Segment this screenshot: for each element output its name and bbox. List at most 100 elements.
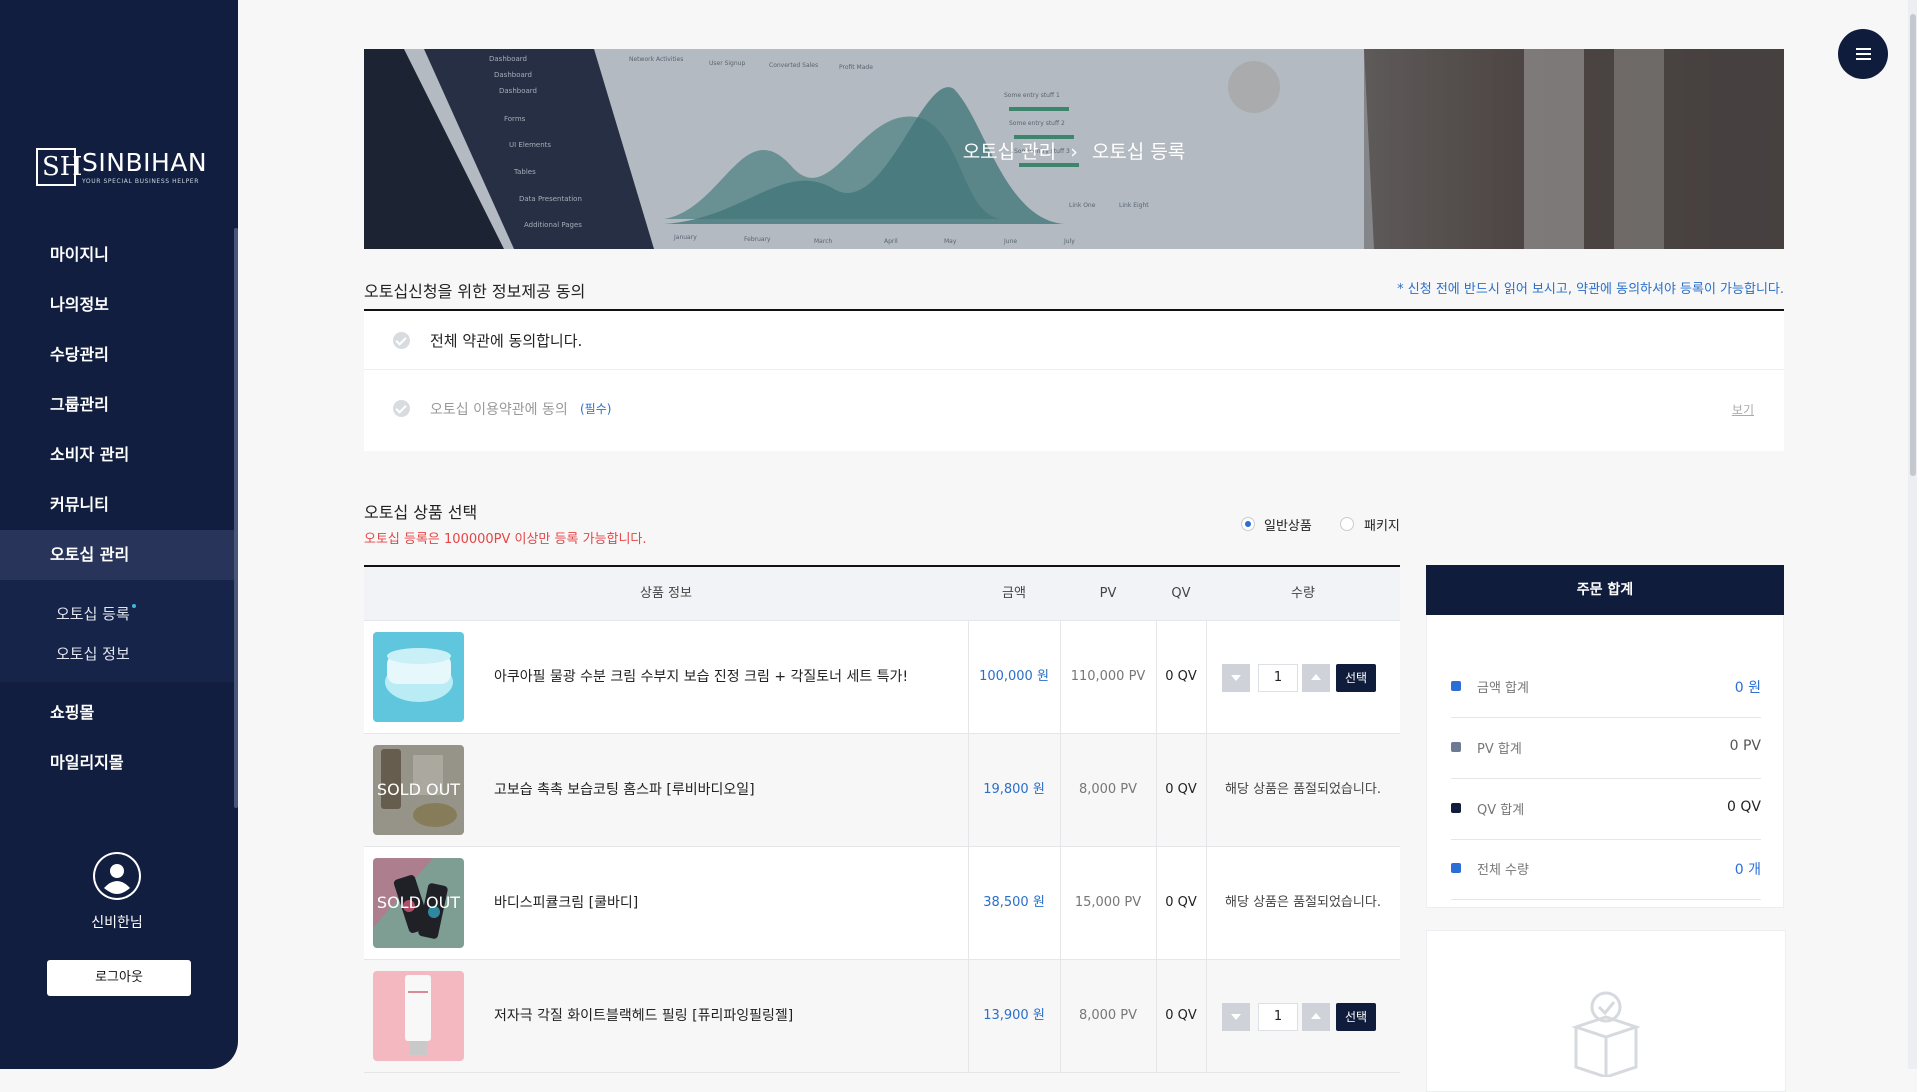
summary-value: 0 원 xyxy=(1734,680,1761,696)
quantity-input[interactable]: 1 xyxy=(1258,1003,1298,1031)
sidebar-item-mygenie[interactable]: 마이지니 xyxy=(0,230,234,280)
agreement-title: 오토십신청을 위한 정보제공 동의 xyxy=(364,282,586,301)
select-button[interactable]: 선택 xyxy=(1336,1003,1376,1031)
logout-button[interactable]: 로그아웃 xyxy=(47,960,191,996)
radio-general-label[interactable]: 일반상품 xyxy=(1264,515,1312,534)
sidebar-item-myinfo[interactable]: 나의정보 xyxy=(0,280,234,330)
agreement-note: * 신청 전에 반드시 읽어 보시고, 약관에 동의하셔야 등록이 가능합니다. xyxy=(1397,282,1784,297)
sidebar-item-allowance[interactable]: 수당관리 xyxy=(0,330,234,380)
agree-terms-label: 오토십 이용약관에 동의 xyxy=(430,402,568,418)
sidebar-item-group[interactable]: 그룹관리 xyxy=(0,380,234,430)
brand-name: SINBIHAN xyxy=(82,147,208,177)
brand-logo[interactable]: SH SINBIHAN YOUR SPECIAL BUSINESS HELPER xyxy=(36,148,207,186)
product-pv: 110,000 PV xyxy=(1070,669,1146,684)
agree-terms-checkbox[interactable] xyxy=(393,400,410,417)
agree-all-label: 전체 약관에 동의합니다. xyxy=(430,332,583,350)
order-summary: 주문 합계 금액 합계 0 원 PV 합계 0 PV QV 합계 0 QV 전체… xyxy=(1426,565,1784,908)
product-name[interactable]: 고보습 촉촉 보습코팅 홈스파 [루비바디오일] xyxy=(494,734,755,846)
product-pv: 8,000 PV xyxy=(1078,1008,1138,1023)
decrease-qty-button[interactable] xyxy=(1222,664,1250,692)
sidebar-item-shop[interactable]: 쇼핑몰 xyxy=(0,688,234,738)
product-price: 38,500 원 xyxy=(983,895,1045,910)
product-pv: 8,000 PV xyxy=(1078,782,1138,797)
empty-cart-box xyxy=(1426,930,1786,1092)
sold-out-status: 해당 상품은 품절되었습니다. xyxy=(1225,782,1381,797)
quantity-stepper: 1 선택 xyxy=(1206,960,1400,1072)
breadcrumb-separator-icon: › xyxy=(1070,141,1078,163)
summary-value: 0 QV xyxy=(1727,799,1761,815)
radio-general-product[interactable] xyxy=(1241,517,1255,531)
brand-tagline: YOUR SPECIAL BUSINESS HELPER xyxy=(82,177,199,185)
sidebar-nav: 마이지니 나의정보 수당관리 그룹관리 소비자 관리 커뮤니티 오토십 관리 오… xyxy=(0,230,234,788)
quantity-input[interactable]: 1 xyxy=(1258,664,1298,692)
sold-out-label: SOLD OUT xyxy=(373,745,464,835)
product-qv: 0 QV xyxy=(1165,1008,1197,1023)
summary-qv-row: QV 합계 0 QV xyxy=(1451,779,1761,840)
product-name[interactable]: 아쿠아필 물광 수분 크림 수부지 보습 진정 크림 + 각질토너 세트 특가! xyxy=(494,621,908,733)
agree-all-row[interactable]: 전체 약관에 동의합니다. xyxy=(364,311,1784,370)
radio-package[interactable] xyxy=(1340,517,1354,531)
product-thumbnail[interactable] xyxy=(373,632,464,722)
page-banner: Dashboard Dashboard Dashboard Forms UI E… xyxy=(364,49,1784,249)
sidebar-item-consumer[interactable]: 소비자 관리 xyxy=(0,430,234,480)
submenu-autoship-info[interactable]: 오토십 정보 xyxy=(0,634,234,674)
product-thumbnail[interactable] xyxy=(373,971,464,1061)
product-price: 100,000 원 xyxy=(979,669,1049,684)
count-dot-icon xyxy=(1451,863,1461,873)
logo-mark-icon: SH xyxy=(36,148,83,186)
product-price: 13,900 원 xyxy=(983,1008,1045,1023)
agree-all-checkbox[interactable] xyxy=(393,332,410,349)
sidebar-item-autoship[interactable]: 오토십 관리 xyxy=(0,530,234,580)
sold-out-status: 해당 상품은 품절되었습니다. xyxy=(1225,895,1381,910)
radio-package-label[interactable]: 패키지 xyxy=(1364,515,1400,534)
sidebar-scrollbar[interactable] xyxy=(234,228,238,808)
product-thumbnail[interactable]: SOLD OUT xyxy=(373,745,464,835)
summary-label: 전체 수량 xyxy=(1477,863,1529,878)
summary-amount-row: 금액 합계 0 원 xyxy=(1451,657,1761,718)
product-name[interactable]: 바디스피큘크림 [쿨바디] xyxy=(494,847,638,959)
table-row: 저자극 각질 화이트블랙헤드 필링 [퓨리파잉필링젤] 13,900 원 8,0… xyxy=(364,960,1400,1073)
select-button[interactable]: 선택 xyxy=(1336,664,1376,692)
view-terms-link[interactable]: 보기 xyxy=(1732,401,1754,418)
product-price: 19,800 원 xyxy=(983,782,1045,797)
col-pv: PV xyxy=(1099,586,1117,601)
qv-dot-icon xyxy=(1451,803,1461,813)
product-qv: 0 QV xyxy=(1165,782,1197,797)
pv-dot-icon xyxy=(1451,742,1461,752)
breadcrumb-parent[interactable]: 오토십 관리 xyxy=(963,141,1056,163)
page-scrollbar[interactable] xyxy=(1910,14,1916,476)
increase-qty-button[interactable] xyxy=(1302,664,1330,692)
hamburger-menu-icon[interactable] xyxy=(1838,29,1888,79)
order-summary-title: 주문 합계 xyxy=(1426,565,1784,615)
table-header: 상품 정보 금액 PV QV 수량 xyxy=(364,565,1400,621)
breadcrumb: 오토십 관리 › 오토십 등록 xyxy=(364,137,1784,164)
required-badge: (필수) xyxy=(580,402,612,416)
table-row: SOLD OUT 고보습 촉촉 보습코팅 홈스파 [루비바디오일] 19,800… xyxy=(364,734,1400,847)
active-dot-icon xyxy=(132,604,136,608)
col-product-info: 상품 정보 xyxy=(640,586,692,601)
summary-label: PV 합계 xyxy=(1477,742,1522,757)
submenu-autoship-register[interactable]: 오토십 등록 xyxy=(0,594,234,634)
summary-label: 금액 합계 xyxy=(1477,681,1529,696)
pv-requirement-note: 오토십 등록은 100000PV 이상만 등록 가능합니다. xyxy=(364,532,647,547)
agree-terms-row[interactable]: 오토십 이용약관에 동의 (필수) 보기 xyxy=(364,370,1784,450)
product-section-title: 오토십 상품 선택 xyxy=(364,503,478,522)
user-avatar-icon[interactable] xyxy=(93,852,141,900)
sidebar-item-mileage-mall[interactable]: 마일리지몰 xyxy=(0,738,234,788)
amount-dot-icon xyxy=(1451,681,1461,691)
decrease-qty-button[interactable] xyxy=(1222,1003,1250,1031)
sold-out-label: SOLD OUT xyxy=(373,858,464,948)
summary-value: 0 개 xyxy=(1734,862,1761,878)
sidebar: SH SINBIHAN YOUR SPECIAL BUSINESS HELPER… xyxy=(0,0,238,1069)
col-price: 금액 xyxy=(1002,586,1026,601)
sidebar-item-community[interactable]: 커뮤니티 xyxy=(0,480,234,530)
product-thumbnail[interactable]: SOLD OUT xyxy=(373,858,464,948)
col-qv: QV xyxy=(1171,586,1191,601)
summary-pv-row: PV 합계 0 PV xyxy=(1451,718,1761,779)
summary-label: QV 합계 xyxy=(1477,803,1525,818)
user-profile: 신비한님 xyxy=(0,852,234,932)
increase-qty-button[interactable] xyxy=(1302,1003,1330,1031)
table-row: SOLD OUT 바디스피큘크림 [쿨바디] 38,500 원 15,000 P… xyxy=(364,847,1400,960)
product-name[interactable]: 저자극 각질 화이트블랙헤드 필링 [퓨리파잉필링젤] xyxy=(494,960,793,1072)
quantity-stepper: 1 선택 xyxy=(1206,621,1400,733)
